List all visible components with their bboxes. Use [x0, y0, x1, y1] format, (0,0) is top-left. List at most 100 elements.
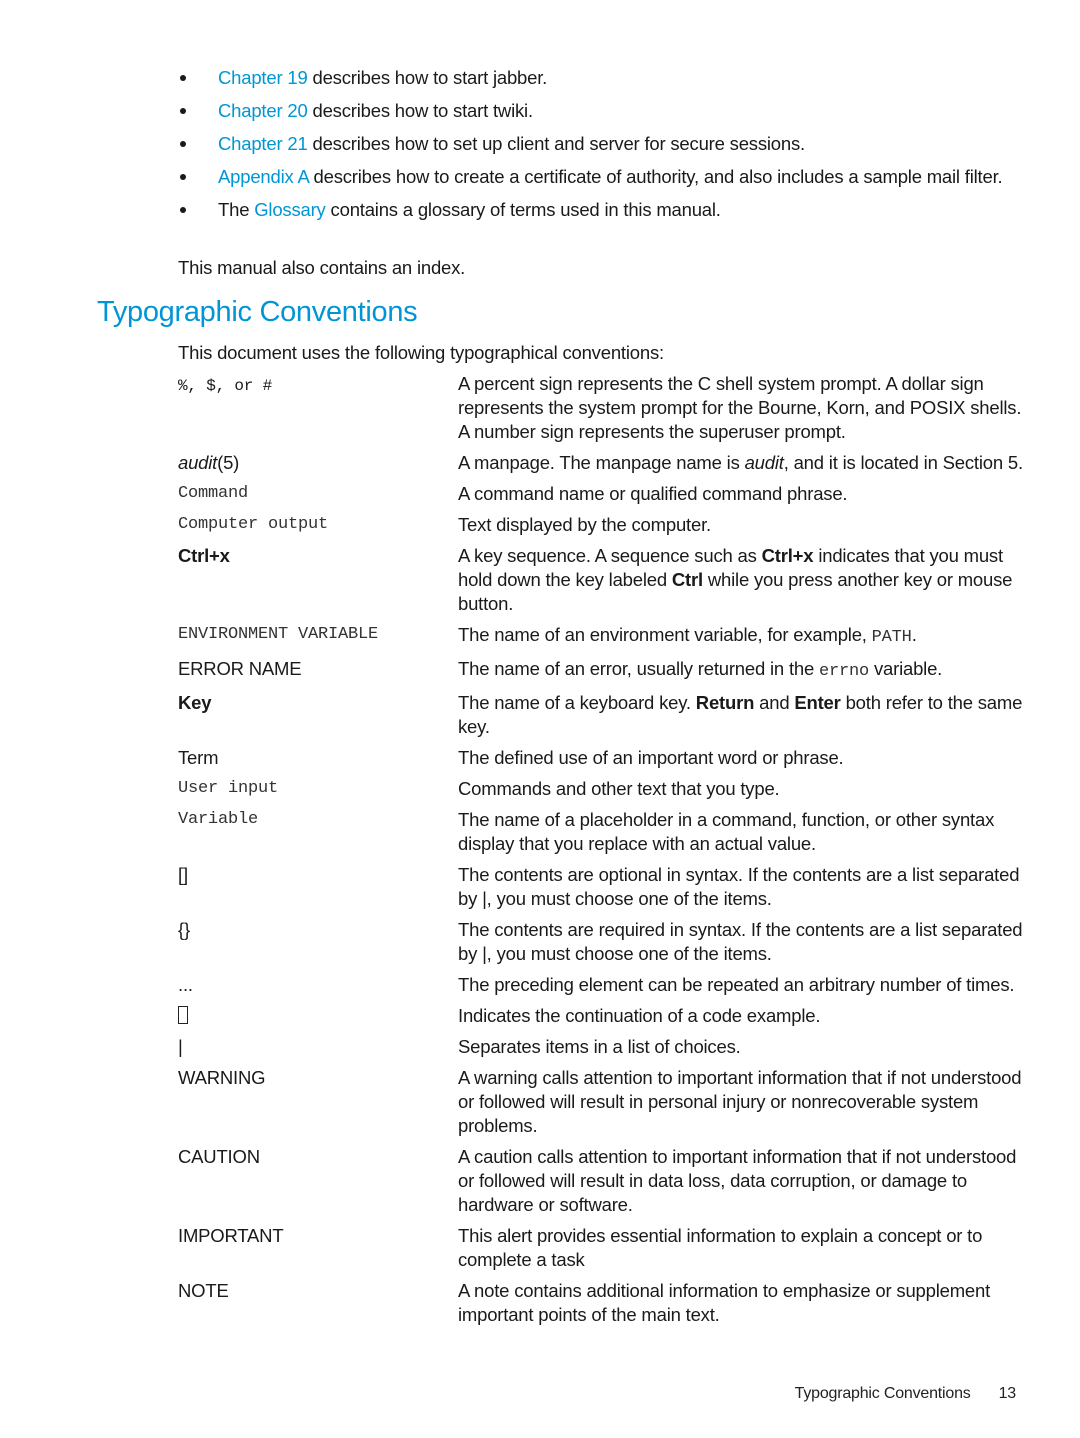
list-item-text: describes how to set up client and serve…: [307, 133, 805, 154]
desc-mono: PATH: [871, 628, 912, 647]
appendix-a-link[interactable]: Appendix A: [218, 166, 309, 187]
desc-italic: audit: [744, 452, 784, 473]
convention-desc: Text displayed by the computer.: [458, 514, 711, 535]
convention-row-user-input: User input Commands and other text that …: [178, 777, 1028, 801]
convention-desc: The preceding element can be repeated an…: [458, 974, 1015, 995]
convention-desc: The defined use of an important word or …: [458, 747, 844, 768]
chapter-21-link[interactable]: Chapter 21: [218, 133, 308, 154]
convention-row-key-sequence: Ctrl+x A key sequence. A sequence such a…: [178, 544, 1028, 616]
glossary-link[interactable]: Glossary: [254, 199, 326, 220]
desc-part: variable.: [869, 658, 943, 679]
convention-term: [178, 1004, 458, 1028]
section-intro: This document uses the following typogra…: [178, 342, 664, 363]
convention-term: %, $, or #: [178, 372, 458, 398]
convention-desc: The name of a keyboard key. Return and E…: [458, 691, 1023, 739]
convention-term: |: [178, 1036, 183, 1057]
convention-term: WARNING: [178, 1067, 266, 1088]
desc-part: .: [911, 624, 917, 645]
term-text: %, $, or #: [178, 377, 273, 395]
convention-term: audit(5): [178, 451, 458, 475]
convention-desc: A caution calls attention to important i…: [458, 1146, 1017, 1215]
term-italic: audit: [178, 452, 218, 473]
convention-desc: The contents are optional in syntax. If …: [458, 864, 1020, 909]
convention-desc: A warning calls attention to important i…: [458, 1067, 1022, 1136]
desc-part: A key sequence. A sequence such as: [458, 545, 762, 566]
desc-part: , and it is located in Section 5.: [783, 452, 1023, 473]
convention-desc: The name of a placeholder in a command, …: [458, 809, 995, 854]
convention-row-prompt: %, $, or # A percent sign represents the…: [178, 372, 1028, 444]
desc-bold: Return: [695, 692, 755, 713]
convention-row-term: Term The defined use of an important wor…: [178, 746, 1028, 770]
footer-section-title: Typographic Conventions: [794, 1385, 971, 1402]
convention-row-continuation: Indicates the continuation of a code exa…: [178, 1004, 1028, 1028]
convention-term: NOTE: [178, 1280, 229, 1301]
list-item: Chapter 21 describes how to set up clien…: [178, 132, 1018, 155]
convention-desc: A note contains additional information t…: [458, 1280, 991, 1325]
convention-row-pipe: | Separates items in a list of choices.: [178, 1035, 1028, 1059]
bullet-icon: [180, 141, 186, 147]
bullet-icon: [180, 75, 186, 81]
convention-row-note: NOTE A note contains additional informat…: [178, 1279, 1028, 1327]
convention-term: ...: [178, 974, 193, 995]
convention-desc: Commands and other text that you type.: [458, 778, 780, 799]
convention-desc: A percent sign represents the C shell sy…: [458, 373, 1022, 442]
convention-desc: The name of an error, usually returned i…: [458, 657, 1023, 684]
convention-term: ERROR NAME: [178, 658, 302, 679]
convention-term: Ctrl+x: [178, 545, 230, 566]
list-item-text: describes how to start twiki.: [307, 100, 533, 121]
convention-row-warning: WARNING A warning calls attention to imp…: [178, 1066, 1028, 1138]
list-item: The Glossary contains a glossary of term…: [178, 198, 1018, 221]
convention-row-env-variable: ENVIRONMENT VARIABLE The name of an envi…: [178, 623, 1028, 650]
index-note: This manual also contains an index.: [178, 257, 466, 278]
desc-bold: Ctrl+x: [761, 545, 814, 566]
list-item-text: describes how to start jabber.: [307, 67, 548, 88]
convention-row-ellipsis: ... The preceding element can be repeate…: [178, 973, 1028, 997]
convention-row-command: Command A command name or qualified comm…: [178, 482, 1028, 506]
convention-row-optional: [] The contents are optional in syntax. …: [178, 863, 1028, 911]
convention-term: IMPORTANT: [178, 1225, 284, 1246]
list-item-prefix: The: [218, 199, 255, 220]
convention-desc: A key sequence. A sequence such as Ctrl+…: [458, 544, 1023, 616]
convention-desc: This alert provides essential informatio…: [458, 1225, 983, 1270]
convention-term: Term: [178, 747, 219, 768]
chapter-overview-list: Chapter 19 describes how to start jabber…: [178, 66, 1018, 231]
conventions-table: %, $, or # A percent sign represents the…: [178, 372, 1028, 1334]
desc-bold: Ctrl: [671, 569, 703, 590]
continuation-box-icon: [178, 1006, 188, 1024]
convention-desc: Separates items in a list of choices.: [458, 1036, 741, 1057]
list-item: Chapter 20 describes how to start twiki.: [178, 99, 1018, 122]
desc-part: and: [754, 692, 795, 713]
convention-desc: A manpage. The manpage name is audit, an…: [458, 451, 1023, 475]
chapter-20-link[interactable]: Chapter 20: [218, 100, 308, 121]
convention-term: Key: [178, 692, 212, 713]
section-title: Typographic Conventions: [97, 296, 418, 328]
convention-row-computer-output: Computer output Text displayed by the co…: [178, 513, 1028, 537]
convention-desc: Indicates the continuation of a code exa…: [458, 1005, 821, 1026]
convention-desc: A command name or qualified command phra…: [458, 483, 848, 504]
desc-bold: Enter: [794, 692, 841, 713]
convention-row-caution: CAUTION A caution calls attention to imp…: [178, 1145, 1028, 1217]
desc-part: The name of an environment variable, for…: [458, 624, 872, 645]
list-item-text: describes how to create a certificate of…: [308, 166, 1003, 187]
desc-part: The name of a keyboard key.: [458, 692, 696, 713]
convention-term: User input: [178, 779, 279, 798]
document-page: Chapter 19 describes how to start jabber…: [0, 0, 1080, 1438]
page-number: 13: [998, 1385, 1017, 1402]
bullet-icon: [180, 108, 186, 114]
chapter-19-link[interactable]: Chapter 19: [218, 67, 308, 88]
convention-desc: The contents are required in syntax. If …: [458, 919, 1023, 964]
desc-part: A manpage. The manpage name is: [458, 452, 745, 473]
convention-term: Variable: [178, 810, 259, 829]
convention-row-required: {} The contents are required in syntax. …: [178, 918, 1028, 966]
desc-mono: errno: [819, 662, 870, 681]
page-footer: Typographic Conventions 13: [794, 1383, 1017, 1405]
convention-row-important: IMPORTANT This alert provides essential …: [178, 1224, 1028, 1272]
convention-term: ENVIRONMENT VARIABLE: [178, 625, 379, 644]
bullet-icon: [180, 174, 186, 180]
list-item-text: contains a glossary of terms used in thi…: [325, 199, 721, 220]
convention-term: []: [178, 864, 188, 885]
convention-row-error-name: ERROR NAME The name of an error, usually…: [178, 657, 1028, 684]
convention-term: Computer output: [178, 515, 329, 534]
desc-part: The name of an error, usually returned i…: [458, 658, 820, 679]
list-item: Appendix A describes how to create a cer…: [178, 165, 1018, 188]
